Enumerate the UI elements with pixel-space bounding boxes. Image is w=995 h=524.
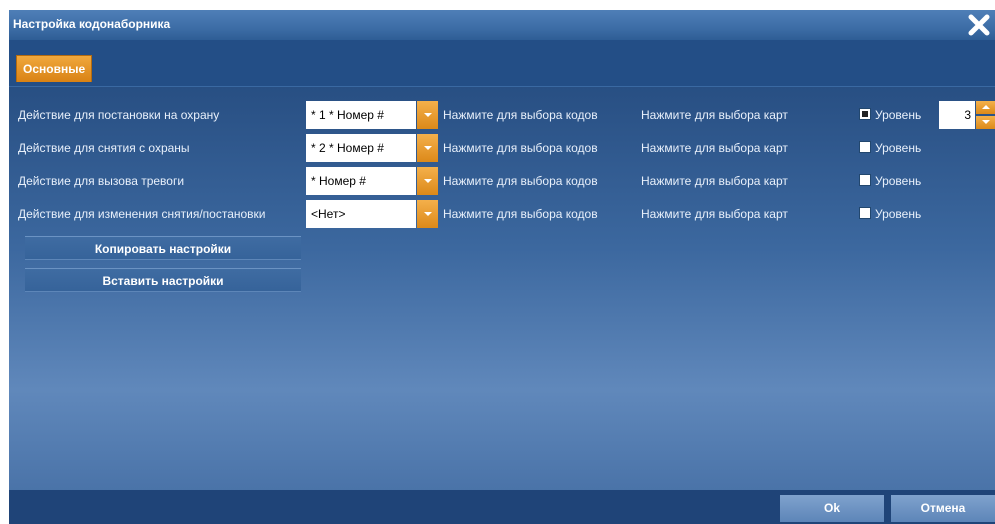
setting-row-toggle: Действие для изменения снятия/постановки… xyxy=(9,200,995,228)
paste-settings-button[interactable]: Вставить настройки xyxy=(25,268,301,292)
setting-row-arm: Действие для постановки на охрану * 1 * … xyxy=(9,101,995,129)
chevron-down-icon[interactable] xyxy=(417,167,438,195)
chevron-down-icon[interactable] xyxy=(417,101,438,129)
combobox-value[interactable]: * Номер # xyxy=(306,167,416,195)
combobox-value[interactable]: <Нет> xyxy=(306,200,416,228)
setting-row-disarm: Действие для снятия с охраны * 2 * Номер… xyxy=(9,134,995,162)
chevron-up-icon[interactable] xyxy=(976,101,995,114)
action-combobox[interactable]: * 2 * Номер # xyxy=(306,134,439,162)
settings-panel: Действие для постановки на охрану * 1 * … xyxy=(9,86,995,491)
level-label: Уровень xyxy=(875,108,922,122)
select-cards-link[interactable]: Нажмите для выбора карт xyxy=(641,108,788,122)
close-icon[interactable] xyxy=(965,11,993,39)
row-label: Действие для изменения снятия/постановки xyxy=(18,207,266,221)
select-codes-link[interactable]: Нажмите для выбора кодов xyxy=(443,174,598,188)
level-spinner[interactable]: 3 xyxy=(939,101,995,129)
select-cards-link[interactable]: Нажмите для выбора карт xyxy=(641,174,788,188)
tab-strip: Основные xyxy=(9,40,995,86)
combobox-value[interactable]: * 1 * Номер # xyxy=(306,101,416,129)
tab-main[interactable]: Основные xyxy=(16,55,93,82)
copy-settings-button[interactable]: Копировать настройки xyxy=(25,236,301,260)
level-label: Уровень xyxy=(875,141,922,155)
chevron-down-icon[interactable] xyxy=(976,116,995,129)
select-cards-link[interactable]: Нажмите для выбора карт xyxy=(641,207,788,221)
cancel-button[interactable]: Отмена xyxy=(891,495,995,522)
level-checkbox[interactable] xyxy=(859,141,871,153)
level-label: Уровень xyxy=(875,174,922,188)
action-combobox[interactable]: <Нет> xyxy=(306,200,439,228)
chevron-down-icon[interactable] xyxy=(417,200,438,228)
level-checkbox[interactable] xyxy=(859,207,871,219)
level-label: Уровень xyxy=(875,207,922,221)
ok-button[interactable]: Ok xyxy=(780,495,884,522)
row-label: Действие для постановки на охрану xyxy=(18,108,220,122)
keypad-settings-dialog: Настройка кодонаборника Основные Действи… xyxy=(9,10,995,524)
level-value[interactable]: 3 xyxy=(939,101,975,129)
level-checkbox[interactable] xyxy=(859,108,871,120)
setting-row-alarm: Действие для вызова тревоги * Номер # На… xyxy=(9,167,995,195)
row-label: Действие для вызова тревоги xyxy=(18,174,185,188)
select-codes-link[interactable]: Нажмите для выбора кодов xyxy=(443,141,598,155)
title-bar[interactable]: Настройка кодонаборника xyxy=(9,10,995,40)
action-combobox[interactable]: * Номер # xyxy=(306,167,439,195)
dialog-title: Настройка кодонаборника xyxy=(13,17,171,31)
dialog-footer: Ok Отмена xyxy=(9,490,995,524)
chevron-down-icon[interactable] xyxy=(417,134,438,162)
action-combobox[interactable]: * 1 * Номер # xyxy=(306,101,439,129)
select-codes-link[interactable]: Нажмите для выбора кодов xyxy=(443,207,598,221)
combobox-value[interactable]: * 2 * Номер # xyxy=(306,134,416,162)
select-codes-link[interactable]: Нажмите для выбора кодов xyxy=(443,108,598,122)
select-cards-link[interactable]: Нажмите для выбора карт xyxy=(641,141,788,155)
row-label: Действие для снятия с охраны xyxy=(18,141,190,155)
level-checkbox[interactable] xyxy=(859,174,871,186)
